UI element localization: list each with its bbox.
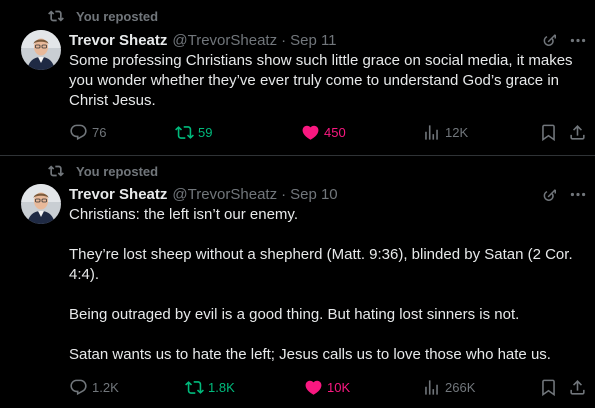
retweet-icon (48, 165, 64, 177)
reply-count: 1.2K (92, 379, 119, 395)
separator: · (281, 185, 287, 203)
more-icon[interactable] (568, 31, 588, 49)
like-count: 10K (327, 379, 351, 395)
retweet-icon (175, 125, 194, 139)
separator: · (281, 31, 287, 49)
views-count: 12K (445, 124, 469, 140)
display-name[interactable]: Trevor Sheatz (69, 186, 167, 203)
retweet-icon (48, 10, 64, 22)
repost-indicator: You reposted (48, 163, 158, 179)
reply-button[interactable]: 76 (69, 122, 106, 142)
retweet-icon (185, 380, 204, 394)
views-button[interactable]: 12K (422, 122, 468, 142)
tweet-paragraph: They’re lost sheep without a shepherd (M… (69, 246, 573, 283)
more-icon[interactable] (568, 185, 588, 203)
repost-label: You reposted (76, 8, 159, 24)
grok-icon[interactable] (541, 186, 559, 204)
retweet-button[interactable]: 1.8K (185, 377, 235, 397)
user-handle[interactable]: @TrevorSheatz (172, 32, 277, 49)
avatar-image (21, 184, 61, 224)
reply-icon (70, 379, 87, 395)
retweet-count: 59 (198, 124, 213, 140)
like-count: 450 (324, 124, 346, 140)
tweet-text: Some professing Christians show such lit… (69, 51, 589, 111)
reply-icon (70, 124, 87, 140)
views-button[interactable]: 266K (422, 377, 475, 397)
action-bar: 1.2K 1.8K 10K 266K (69, 377, 589, 397)
display-name[interactable]: Trevor Sheatz (69, 32, 167, 49)
timestamp[interactable]: Sep 10 (290, 186, 338, 203)
avatar[interactable] (21, 184, 61, 224)
tweet-header: Trevor Sheatz @TrevorSheatz · Sep 10 (69, 184, 338, 204)
user-handle[interactable]: @TrevorSheatz (172, 186, 277, 203)
reply-button[interactable]: 1.2K (69, 377, 119, 397)
tweet-header: Trevor Sheatz @TrevorSheatz · Sep 11 (69, 30, 337, 50)
tweet-paragraph: Being outraged by evil is a good thing. … (69, 306, 520, 323)
tweet-paragraph: Some professing Christians show such lit… (69, 52, 573, 109)
bookmark-icon[interactable] (538, 377, 558, 397)
repost-indicator: You reposted (48, 8, 158, 24)
share-icon[interactable] (567, 377, 587, 397)
views-count: 266K (445, 379, 476, 395)
views-icon (425, 379, 438, 395)
like-button[interactable]: 10K (304, 377, 350, 397)
share-icon[interactable] (567, 122, 587, 142)
reply-count: 76 (92, 124, 107, 140)
timestamp[interactable]: Sep 11 (290, 32, 336, 49)
timeline-feed: You reposted Trevor Sheatz @TrevorSheatz… (0, 0, 595, 408)
tweet-text: Christians: the left isn’t our enemy. Th… (69, 205, 589, 365)
heart-icon (305, 380, 322, 395)
bookmark-icon[interactable] (538, 122, 558, 142)
like-button[interactable]: 450 (301, 122, 346, 142)
tweet-paragraph: Christians: the left isn’t our enemy. (69, 206, 298, 223)
tweet-divider (0, 155, 595, 156)
retweet-button[interactable]: 59 (175, 122, 212, 142)
views-icon (425, 124, 438, 140)
avatar-image (21, 30, 61, 70)
tweet-paragraph: Satan wants us to hate the left; Jesus c… (69, 346, 551, 363)
heart-icon (302, 125, 319, 140)
repost-label: You reposted (76, 163, 159, 179)
action-bar: 76 59 450 12K (69, 122, 589, 142)
retweet-count: 1.8K (208, 379, 235, 395)
avatar[interactable] (21, 30, 61, 70)
grok-icon[interactable] (541, 31, 559, 49)
